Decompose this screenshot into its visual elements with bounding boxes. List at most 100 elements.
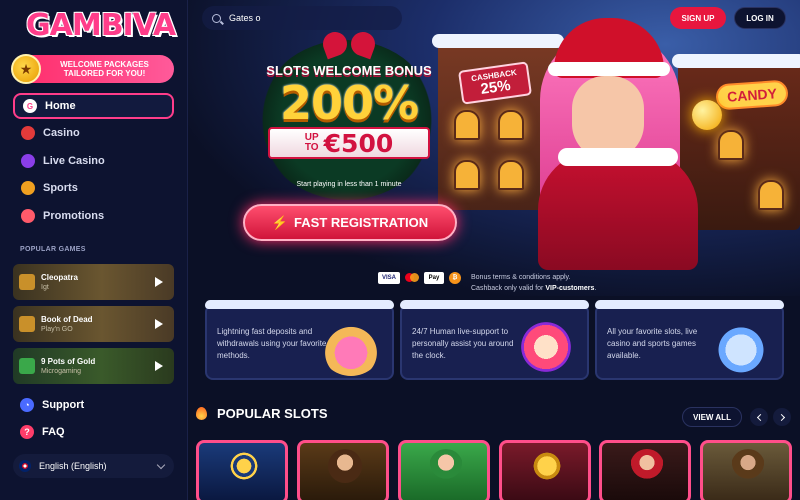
game-title: Book of Dead	[41, 315, 93, 324]
bow-icon	[323, 30, 375, 60]
up-to-line2: TO	[304, 142, 319, 153]
lightning-icon: ⚡	[271, 214, 289, 230]
chevron-left-icon	[756, 413, 764, 421]
apple-pay-icon: Pay	[424, 272, 444, 284]
fast-registration-label: FAST REGISTRATION	[294, 215, 429, 230]
leprechaun-icon	[429, 449, 463, 483]
live-casino-icon	[21, 153, 35, 168]
search-input[interactable]	[229, 13, 389, 23]
home-icon: G	[23, 99, 37, 113]
cowboy-icon	[731, 449, 765, 483]
nav-item-live-casino[interactable]: Live Casino	[13, 147, 174, 174]
game-thumbnail	[19, 316, 35, 332]
bonus-amount-ribbon: UP TO €500	[268, 127, 430, 159]
feature-text: All your favorite slots, live casino and…	[607, 327, 698, 360]
game-provider: Play'n GO	[41, 326, 73, 333]
clock-icon	[515, 318, 577, 376]
chevron-right-icon	[777, 413, 785, 421]
cake-icon	[320, 318, 382, 376]
question-icon: ?	[20, 425, 34, 439]
language-label: English (English)	[39, 461, 107, 471]
scroll-left-button[interactable]	[750, 408, 768, 426]
bonus-amount: €500	[323, 128, 394, 158]
game-thumbnail	[19, 358, 35, 374]
scroll-right-button[interactable]	[773, 408, 791, 426]
game-title: Cleopatra	[41, 273, 78, 282]
game-card-9-pots-of-gold[interactable]: 9 Pots of Gold Microgaming	[13, 348, 174, 384]
gift-icon: ★	[11, 54, 41, 84]
casino-icon	[21, 126, 35, 140]
faq-link[interactable]: ? FAQ	[20, 425, 65, 439]
candy-sign: CANDY	[715, 79, 789, 111]
nav-item-sports[interactable]: Sports	[13, 175, 174, 202]
hero-banner: CASHBACK 25% CANDY SLOTS WELCOME BONUS 2…	[188, 0, 800, 296]
welcome-packages-label: WELCOME PACKAGES TAILORED FOR YOU!	[60, 60, 149, 78]
gold-coin-icon	[530, 449, 564, 483]
bonus-percent: 200%	[279, 76, 419, 130]
play-icon[interactable]	[155, 319, 163, 329]
welcome-packages-button[interactable]: ★ WELCOME PACKAGES TAILORED FOR YOU!	[11, 54, 174, 84]
nav-label: Home	[45, 100, 76, 112]
game-card-cleopatra[interactable]: Cleopatra Igt	[13, 264, 174, 300]
payment-methods: VISA Pay ₿	[378, 272, 466, 284]
nav-label: Live Casino	[43, 154, 105, 167]
candy-jar-icon	[710, 318, 772, 376]
support-label: Support	[42, 399, 85, 411]
language-selector[interactable]: English (English)	[13, 454, 174, 478]
feature-text: Lightning fast deposits and withdrawals …	[217, 327, 327, 360]
dancer-icon	[630, 449, 664, 483]
mastercard-icon	[405, 272, 419, 284]
terms-line-1: Bonus terms & conditions apply.	[471, 274, 571, 281]
support-link[interactable]: ◔ Support	[20, 398, 84, 412]
up-to-label: UP TO	[305, 133, 319, 153]
fire-icon	[196, 407, 207, 420]
search-icon	[212, 13, 221, 23]
bonus-terms: Bonus terms & conditions apply. Cashback…	[471, 272, 596, 294]
nav-item-casino[interactable]: Casino	[13, 120, 174, 147]
nav-item-home[interactable]: G Home	[13, 93, 174, 119]
game-provider: Microgaming	[41, 368, 82, 375]
slot-tile[interactable]	[297, 440, 389, 500]
eye-of-horus-icon	[227, 449, 261, 483]
slot-tile[interactable]	[599, 440, 691, 500]
view-all-button[interactable]: VIEW ALL	[682, 407, 742, 427]
search-bar[interactable]	[202, 6, 402, 30]
popular-games-heading: POPULAR GAMES	[20, 246, 86, 253]
game-provider: Igt	[41, 284, 49, 291]
headset-icon: ◔	[20, 398, 34, 412]
play-icon[interactable]	[155, 277, 163, 287]
feature-card-support: 24/7 Human live-support to personally as…	[400, 300, 589, 380]
faq-label: FAQ	[42, 426, 65, 438]
main-nav: G Home Casino Live Casino Sports Promoti…	[13, 93, 174, 230]
feature-card-games: All your favorite slots, live casino and…	[595, 300, 784, 380]
slot-tile[interactable]	[196, 440, 288, 500]
visa-icon: VISA	[378, 272, 400, 284]
slot-tile[interactable]	[398, 440, 490, 500]
game-thumbnail	[19, 274, 35, 290]
brand-logo[interactable]: GAMBIVA	[26, 8, 176, 43]
sports-icon	[21, 181, 35, 195]
nav-label: Casino	[43, 127, 80, 139]
bitcoin-icon: ₿	[449, 272, 461, 284]
slot-tile[interactable]	[700, 440, 792, 500]
bonus-note: Start playing in less than 1 minute	[296, 181, 402, 188]
fast-registration-button[interactable]: ⚡ FAST REGISTRATION	[243, 204, 457, 241]
promotions-icon	[21, 208, 35, 223]
sign-up-button[interactable]: SIGN UP	[670, 7, 726, 29]
terms-line-2: Cashback only valid for VIP-customers.	[471, 285, 597, 292]
feature-text: 24/7 Human live-support to personally as…	[412, 327, 514, 360]
nav-item-promotions[interactable]: Promotions	[13, 202, 174, 229]
popular-slots-title: POPULAR SLOTS	[217, 406, 328, 421]
adventurer-icon	[328, 449, 362, 483]
slot-tile[interactable]	[499, 440, 591, 500]
play-icon[interactable]	[155, 361, 163, 371]
sidebar: GAMBIVA ★ WELCOME PACKAGES TAILORED FOR …	[0, 0, 188, 500]
chevron-down-icon	[156, 460, 166, 469]
log-in-button[interactable]: LOG IN	[734, 7, 786, 29]
game-card-book-of-dead[interactable]: Book of Dead Play'n GO	[13, 306, 174, 342]
vip-customers-link[interactable]: VIP-customers	[545, 285, 594, 292]
popular-slots-header: POPULAR SLOTS	[196, 406, 328, 421]
feature-card-payments: Lightning fast deposits and withdrawals …	[205, 300, 394, 380]
nav-label: Sports	[43, 182, 78, 194]
candy-image	[692, 100, 722, 130]
